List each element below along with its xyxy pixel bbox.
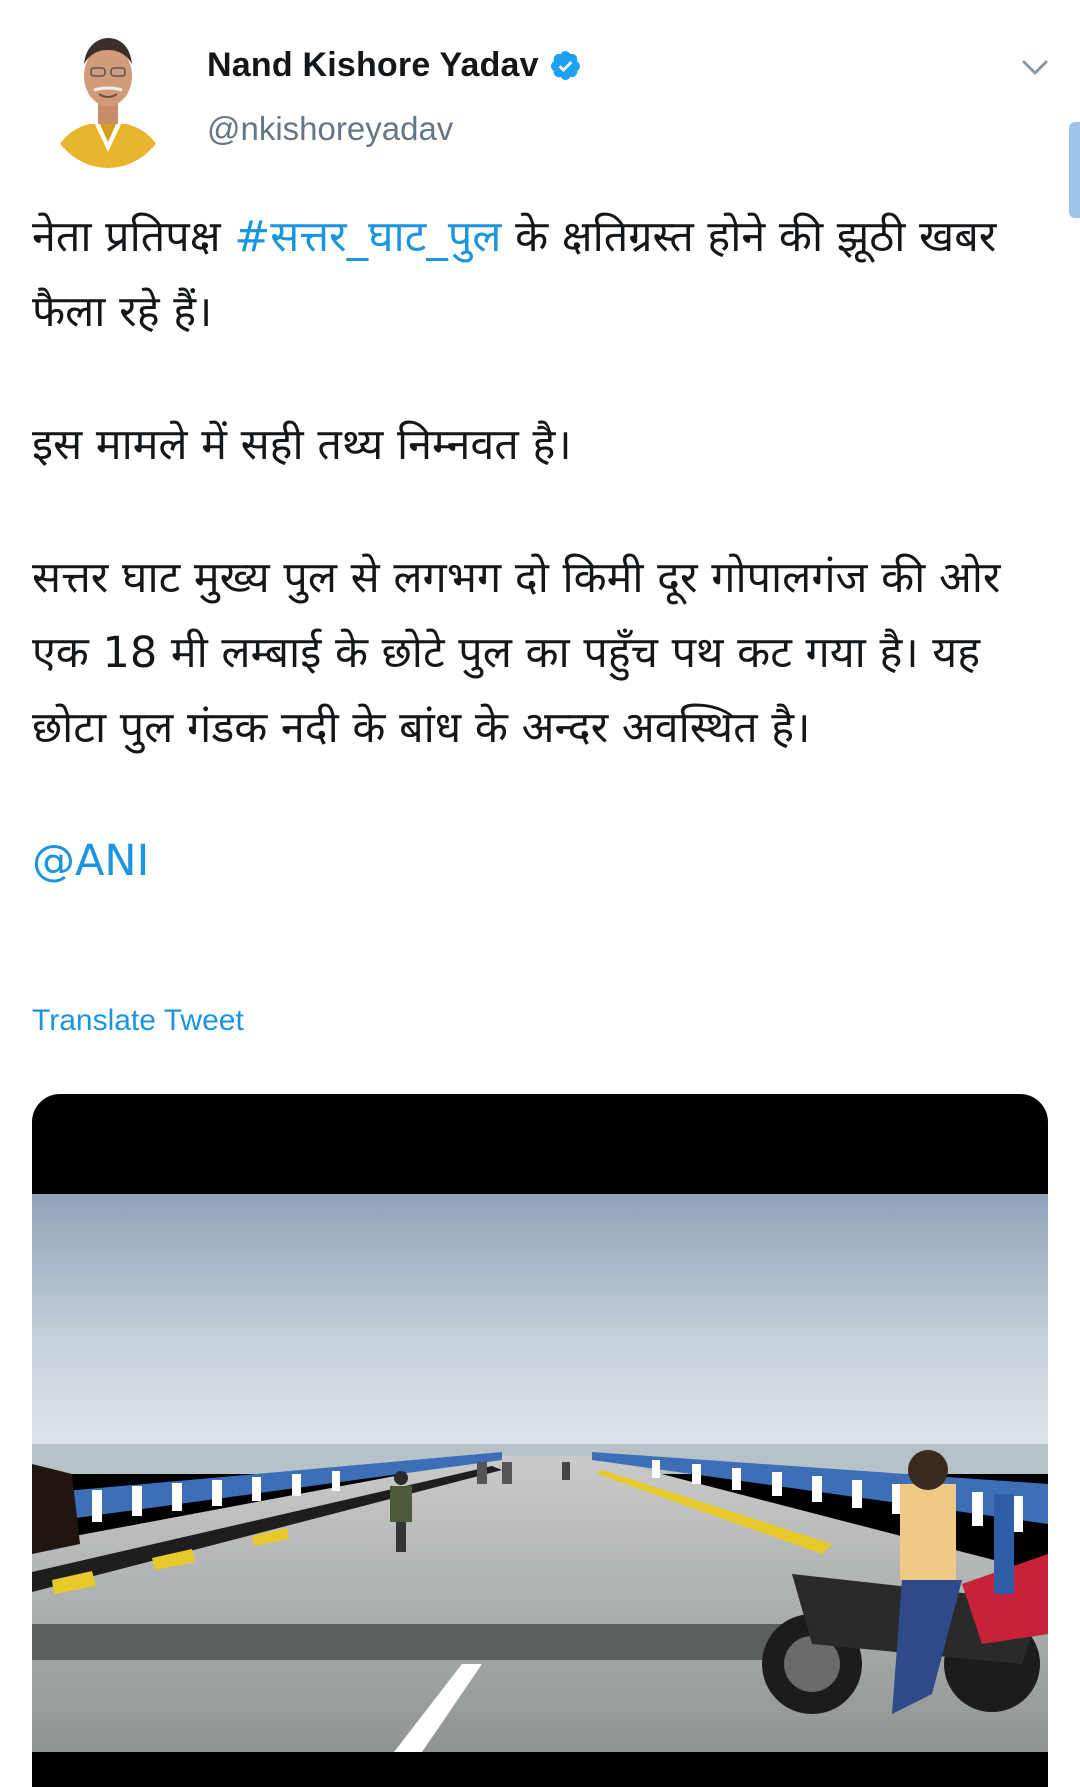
tweet-header: Nand Kishore Yadav @nkishoreyadav xyxy=(0,0,1080,175)
tweet-paragraph-2: इस मामले में सही तथ्य निम्नवत है। xyxy=(32,420,572,470)
tweet-paragraph-4: @ANI xyxy=(32,824,1042,899)
hashtag-link[interactable]: #सत्तर_घाट_पुल xyxy=(234,212,501,262)
tweet-paragraph-3: सत्तर घाट मुख्य पुल से लगभग दो किमी दूर … xyxy=(32,553,1001,753)
verified-badge-icon xyxy=(550,51,580,80)
translate-tweet-link[interactable]: Translate Tweet xyxy=(32,1004,244,1038)
author-display-name[interactable]: Nand Kishore Yadav xyxy=(207,46,539,85)
tweet-paragraph-1: नेता प्रतिपक्ष #सत्तर_घाट_पुल के क्षतिग्… xyxy=(32,200,1042,350)
tweet-text: नेता प्रतिपक्ष #सत्तर_घाट_पुल के क्षतिग्… xyxy=(32,200,1042,899)
author-name-row[interactable]: Nand Kishore Yadav xyxy=(207,46,582,85)
tweet-text-prefix: नेता प्रतिपक्ष xyxy=(32,212,235,262)
tweet-media-video[interactable] xyxy=(32,1094,1048,1787)
author-handle[interactable]: @nkishoreyadav xyxy=(207,110,453,148)
bridge-video-thumbnail-icon xyxy=(32,1194,1048,1752)
author-avatar[interactable] xyxy=(44,24,172,168)
chevron-down-icon[interactable] xyxy=(1018,50,1052,84)
avatar-photo-icon xyxy=(44,24,172,168)
mention-link[interactable]: @ANI xyxy=(32,836,149,886)
